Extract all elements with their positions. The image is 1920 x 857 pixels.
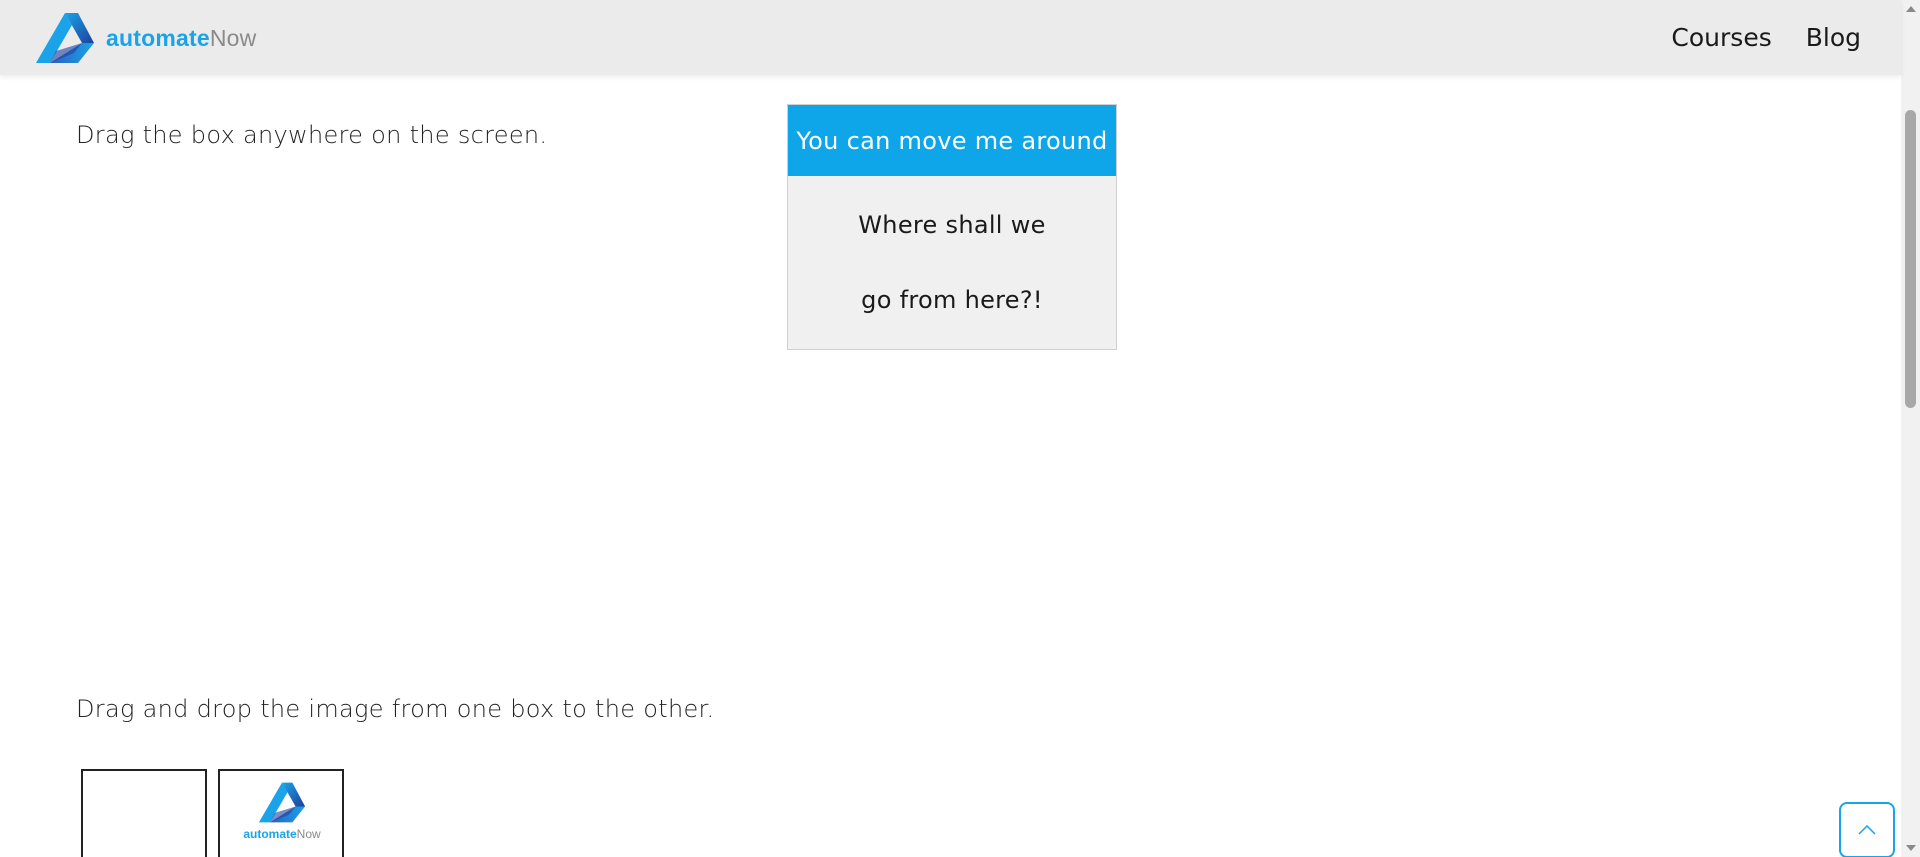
nav-link-courses[interactable]: Courses [1671,23,1771,52]
nav-link-blog[interactable]: Blog [1806,23,1861,52]
main-nav: Courses Blog [1637,0,1861,75]
back-to-top-button[interactable] [1839,802,1895,857]
drop-target-box-1[interactable] [81,769,207,857]
draggable-box[interactable]: You can move me around Where shall we go… [787,104,1117,350]
dnd-instruction: Drag and drop the image from one box to … [76,695,715,723]
drag-instruction: Drag the box anywhere on the screen. [76,121,548,149]
logo-text-light: Now [209,24,257,51]
scroll-down-arrow-icon[interactable] [1906,845,1916,851]
site-logo[interactable]: automateNow [34,11,256,65]
page: automateNow Courses Blog Drag the box an… [0,0,1920,857]
site-header: automateNow Courses Blog [0,0,1901,75]
page-scrollbar[interactable] [1901,0,1920,857]
logo-text-bold: automate [106,24,210,51]
draggable-box-text-line-1: Where shall we [858,211,1046,239]
draggable-box-text-line-2: go from here?! [861,286,1043,314]
logo-text: automateNow [106,25,256,52]
draggable-logo-image[interactable]: automateNow [232,781,332,841]
draggable-box-handle[interactable]: You can move me around [788,105,1116,176]
draggable-logo-text-bold: automate [243,827,297,841]
scroll-up-arrow-icon[interactable] [1906,6,1916,12]
chevron-up-icon [1858,825,1876,835]
draggable-logo-text-light: Now [296,827,321,841]
automatenow-logo-icon [258,782,306,823]
scrollbar-thumb[interactable] [1905,110,1916,408]
drop-target-box-2[interactable]: automateNow [218,769,344,857]
draggable-logo-text: automateNow [243,827,320,841]
automatenow-logo-icon [36,13,94,63]
draggable-box-body: Where shall we go from here?! [788,211,1116,314]
